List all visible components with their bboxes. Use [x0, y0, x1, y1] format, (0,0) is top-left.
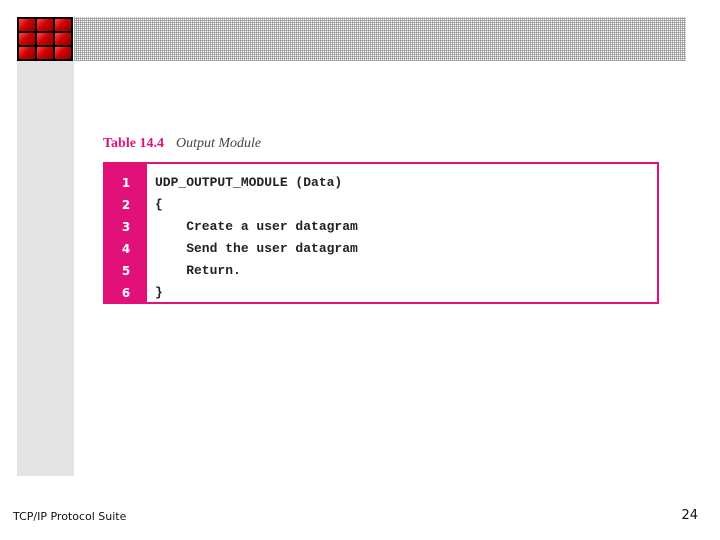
table-caption: Table 14.4 Output Module — [103, 136, 261, 152]
footer-text: TCP/IP Protocol Suite — [13, 510, 127, 523]
line-number: 4 — [121, 242, 131, 256]
page-number: 24 — [681, 508, 698, 523]
code-text: { — [155, 197, 163, 212]
code-row: 1 UDP_OUTPUT_MODULE (Data) — [105, 172, 657, 194]
code-text: Send the user datagram — [155, 241, 358, 256]
code-text: } — [155, 285, 163, 300]
line-number: 5 — [121, 264, 131, 278]
code-row: 3 Create a user datagram — [105, 216, 657, 238]
code-listing: 1 UDP_OUTPUT_MODULE (Data) 2 { 3 Create … — [103, 162, 659, 304]
code-row: 2 { — [105, 194, 657, 216]
table-number: Table 14.4 — [103, 136, 164, 151]
header-pattern-band — [74, 17, 686, 61]
line-number: 6 — [121, 286, 131, 300]
line-number: 1 — [121, 176, 131, 190]
line-number: 3 — [121, 220, 131, 234]
code-row: 6 } — [105, 282, 657, 304]
logo-grid-icon — [17, 17, 73, 61]
line-number: 2 — [121, 198, 131, 212]
code-text: UDP_OUTPUT_MODULE (Data) — [155, 175, 343, 190]
code-text: Return. — [155, 263, 241, 278]
left-sidebar-bar — [17, 60, 74, 476]
code-row: 5 Return. — [105, 260, 657, 282]
code-text: Create a user datagram — [155, 219, 358, 234]
code-row: 4 Send the user datagram — [105, 238, 657, 260]
table-title: Output Module — [175, 136, 262, 151]
